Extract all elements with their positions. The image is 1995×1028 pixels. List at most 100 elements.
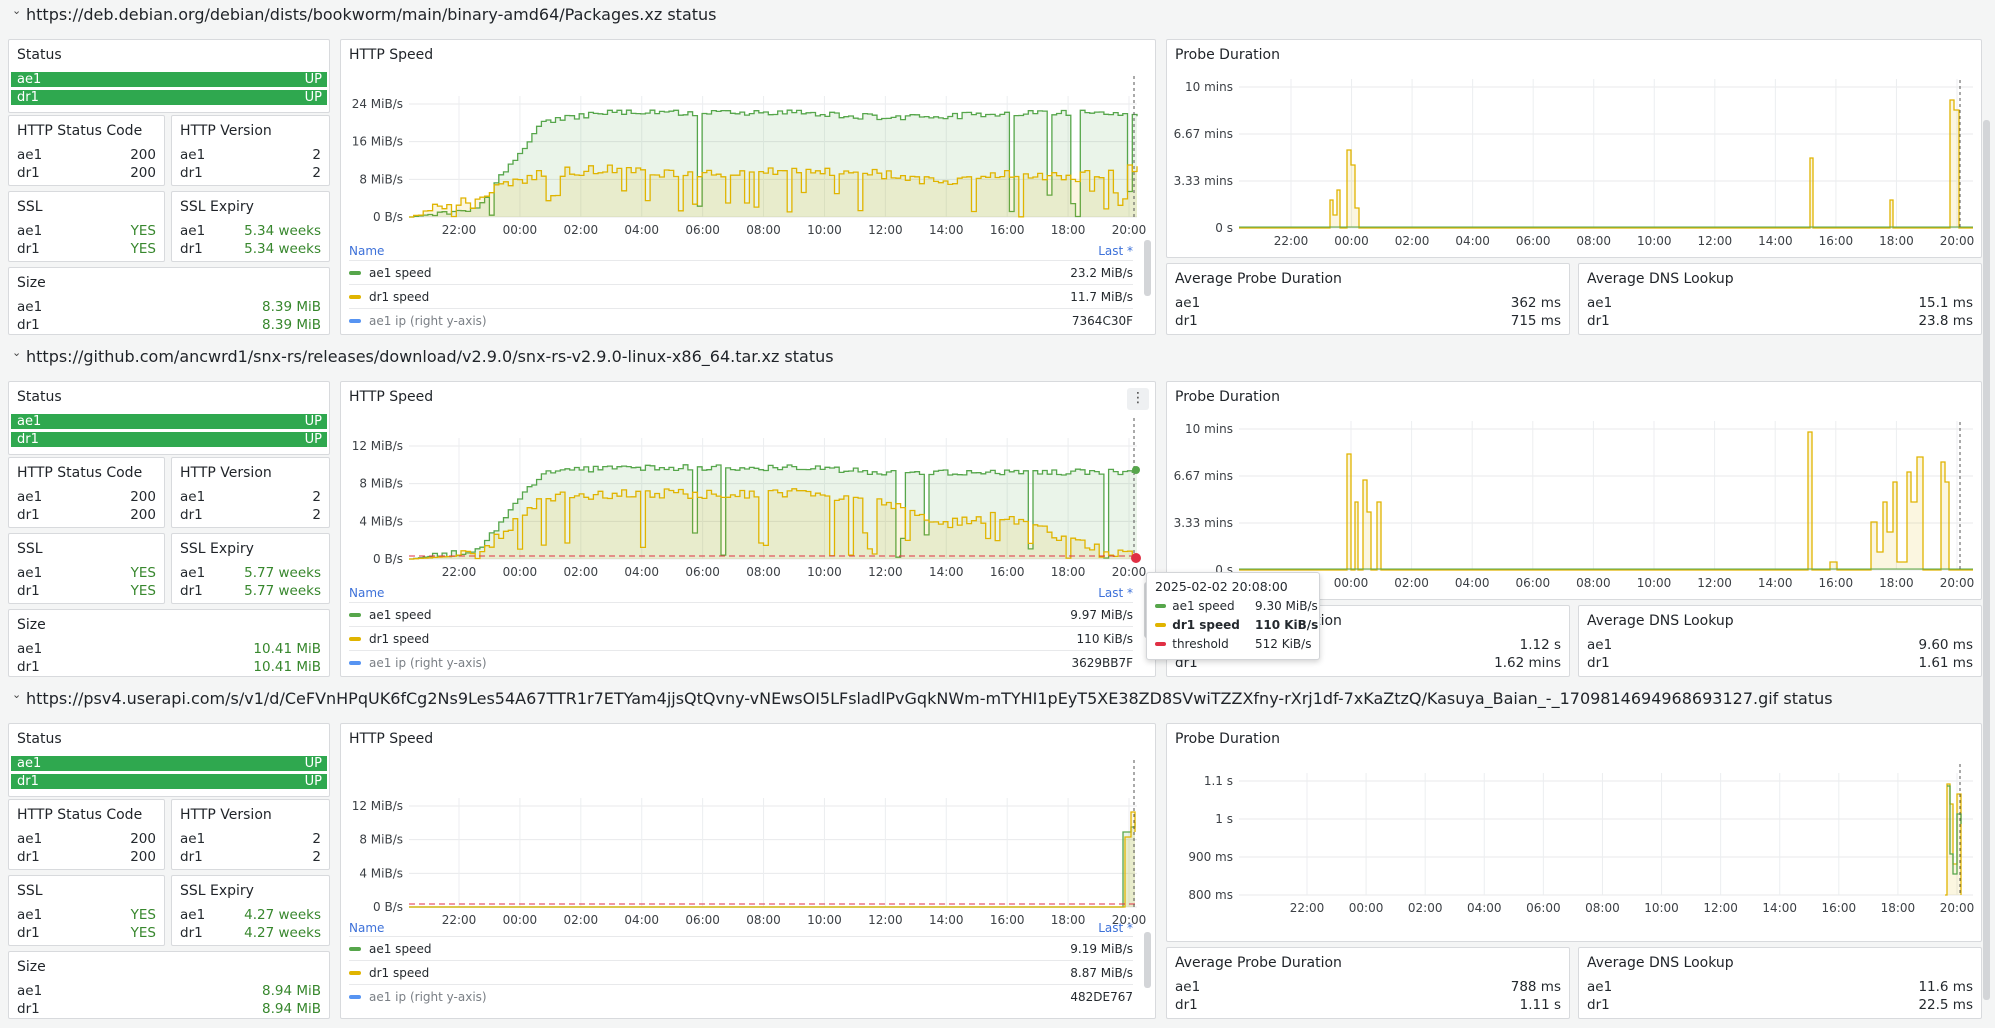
average-probe-duration-panel: Average Probe Duration ae1 788 ms dr1 1.11 s [1166, 947, 1570, 1019]
legend-name-column[interactable]: Name [349, 586, 384, 600]
x-tick-label: 18:00 [1879, 576, 1914, 590]
legend-series-name: ae1 speed [369, 607, 432, 622]
http-status-code-panel: HTTP Status Code ae1 200 dr1 200 [8, 799, 165, 870]
x-tick-label: 10:00 [1637, 234, 1672, 248]
instance-label: dr1 [17, 241, 40, 257]
instance-value: 8.39 MiB [261, 299, 321, 315]
legend-swatch [349, 318, 361, 323]
x-tick-label: 10:00 [1637, 576, 1672, 590]
instance-label: ae1 [180, 831, 206, 847]
value-row: dr1 2 [180, 506, 321, 524]
x-tick-label: 22:00 [1274, 234, 1309, 248]
row-header[interactable]: ⌄ https://github.com/ancwrd1/snx-rs/relea… [12, 345, 834, 367]
legend-row[interactable]: dr1 speed 110 KiB/s [349, 626, 1133, 650]
legend-row[interactable]: dr1 speed 8.87 MiB/s [349, 960, 1133, 984]
legend-series-name: dr1 speed [369, 631, 430, 646]
legend-last-column[interactable]: Last * [1098, 244, 1133, 258]
legend-row[interactable]: dr1 speed 11.7 MiB/s [349, 284, 1133, 308]
value-row: dr1 200 [17, 164, 156, 182]
legend-name-column[interactable]: Name [349, 921, 384, 935]
instance-label: dr1 [180, 583, 203, 599]
status-bar: ae1 UP [11, 72, 327, 87]
legend-row[interactable]: ae1 speed 9.97 MiB/s [349, 602, 1133, 626]
panel-title: SSL [17, 199, 43, 215]
instance-label: ae1 [17, 756, 42, 771]
row-header[interactable]: ⌄ https://psv4.userapi.com/s/v1/d/CeFVnHP… [12, 687, 1833, 709]
y-tick-label: 8 MiB/s [359, 477, 403, 491]
instance-label: dr1 [17, 849, 40, 865]
instance-label: ae1 [1587, 295, 1613, 311]
legend-series-name: dr1 speed [369, 965, 430, 980]
value-row: dr1 1.11 s [1175, 996, 1561, 1014]
legend-row[interactable]: ae1 ip (right y-axis) 7364C30F [349, 308, 1133, 332]
value-row: ae1 9.60 ms [1587, 636, 1973, 654]
legend-swatch [349, 294, 361, 299]
x-tick-label: 10:00 [807, 565, 842, 579]
legend-row[interactable]: ae1 ip (right y-axis) 482DE767 [349, 984, 1133, 1008]
tooltip-swatch [1155, 641, 1167, 646]
panel-title: SSL Expiry [180, 883, 254, 899]
legend-row[interactable]: ae1 speed 23.2 MiB/s [349, 260, 1133, 284]
x-tick-label: 02:00 [1395, 234, 1430, 248]
instance-value: 788 ms [1510, 979, 1561, 995]
legend-name-column[interactable]: Name [349, 244, 384, 258]
value-row: ae1 5.77 weeks [180, 564, 321, 582]
value-row: ae1 2 [180, 830, 321, 848]
x-tick-label: 22:00 [442, 223, 477, 237]
x-tick-label: 02:00 [564, 565, 599, 579]
value-row: ae1 788 ms [1175, 978, 1561, 996]
average-dns-lookup-panel: Average DNS Lookup ae1 15.1 ms dr1 23.8 ms [1578, 263, 1982, 335]
legend-scrollbar[interactable] [1144, 240, 1151, 296]
legend-swatch [349, 612, 361, 617]
instance-label: ae1 [1587, 979, 1613, 995]
http-speed-panel: HTTP Speed 24 MiB/s 16 MiB/s 8 MiB/s 0 B/s 22… [340, 39, 1156, 335]
legend-last-column[interactable]: Last * [1098, 586, 1133, 600]
panel-menu-icon[interactable]: ⋮ [1127, 388, 1149, 410]
instance-value: 5.77 weeks [244, 565, 321, 581]
panel-title: Average DNS Lookup [1587, 613, 1734, 629]
http-status-code-panel: HTTP Status Code ae1 200 dr1 200 [8, 115, 165, 186]
instance-label: ae1 [180, 223, 206, 239]
legend-row[interactable]: ae1 ip (right y-axis) 3629BB7F [349, 650, 1133, 674]
x-tick-label: 16:00 [990, 223, 1025, 237]
instance-value: 200 [130, 849, 156, 865]
value-row: dr1 4.27 weeks [180, 924, 321, 942]
speed-chart: 12 MiB/s 8 MiB/s 4 MiB/s 0 B/s 22:00 00:00 02:… [352, 418, 1146, 579]
instance-value: YES [130, 583, 156, 599]
legend-series-name: ae1 ip (right y-axis) [369, 313, 487, 328]
x-tick-label: 02:00 [564, 223, 599, 237]
instance-label: dr1 [180, 507, 203, 523]
legend-swatch [349, 270, 361, 275]
chevron-down-icon[interactable]: ⌄ [12, 346, 26, 359]
tooltip-time: 2025-02-02 20:08:00 [1155, 579, 1288, 594]
row-header[interactable]: ⌄ https://deb.debian.org/debian/dists/boo… [12, 3, 717, 25]
x-tick-label: 10:00 [807, 223, 842, 237]
legend-header: Name Last * [349, 244, 1133, 258]
legend-scrollbar[interactable] [1144, 932, 1151, 988]
y-tick-label: 24 MiB/s [352, 97, 403, 111]
chevron-down-icon[interactable]: ⌄ [12, 4, 26, 17]
row-title: https://deb.debian.org/debian/dists/book… [26, 4, 717, 24]
hover-point-threshold [1131, 553, 1141, 563]
instance-value: 8.94 MiB [261, 1001, 321, 1017]
instance-label: dr1 [180, 925, 203, 941]
x-tick-label: 08:00 [746, 223, 781, 237]
x-tick-label: 06:00 [1516, 576, 1551, 590]
panel-title: HTTP Status Code [17, 807, 143, 823]
value-row: ae1 362 ms [1175, 294, 1561, 312]
chevron-down-icon[interactable]: ⌄ [12, 688, 26, 701]
value-row: dr1 8.94 MiB [17, 1000, 321, 1018]
instance-label: ae1 [17, 489, 43, 505]
legend-last-column[interactable]: Last * [1098, 921, 1133, 935]
status-bar: dr1 UP [11, 774, 327, 789]
page-scrollbar[interactable] [1983, 120, 1990, 1000]
legend-row[interactable]: ae1 speed 9.19 MiB/s [349, 936, 1133, 960]
panel-title: Size [17, 617, 46, 633]
x-tick-label: 06:00 [1516, 234, 1551, 248]
panel-title: HTTP Speed [349, 47, 434, 63]
instance-value: 2 [312, 507, 321, 523]
instance-value: 1.11 s [1519, 997, 1561, 1013]
value-row: ae1 YES [17, 906, 156, 924]
value-row: dr1 2 [180, 164, 321, 182]
value-row: ae1 YES [17, 222, 156, 240]
